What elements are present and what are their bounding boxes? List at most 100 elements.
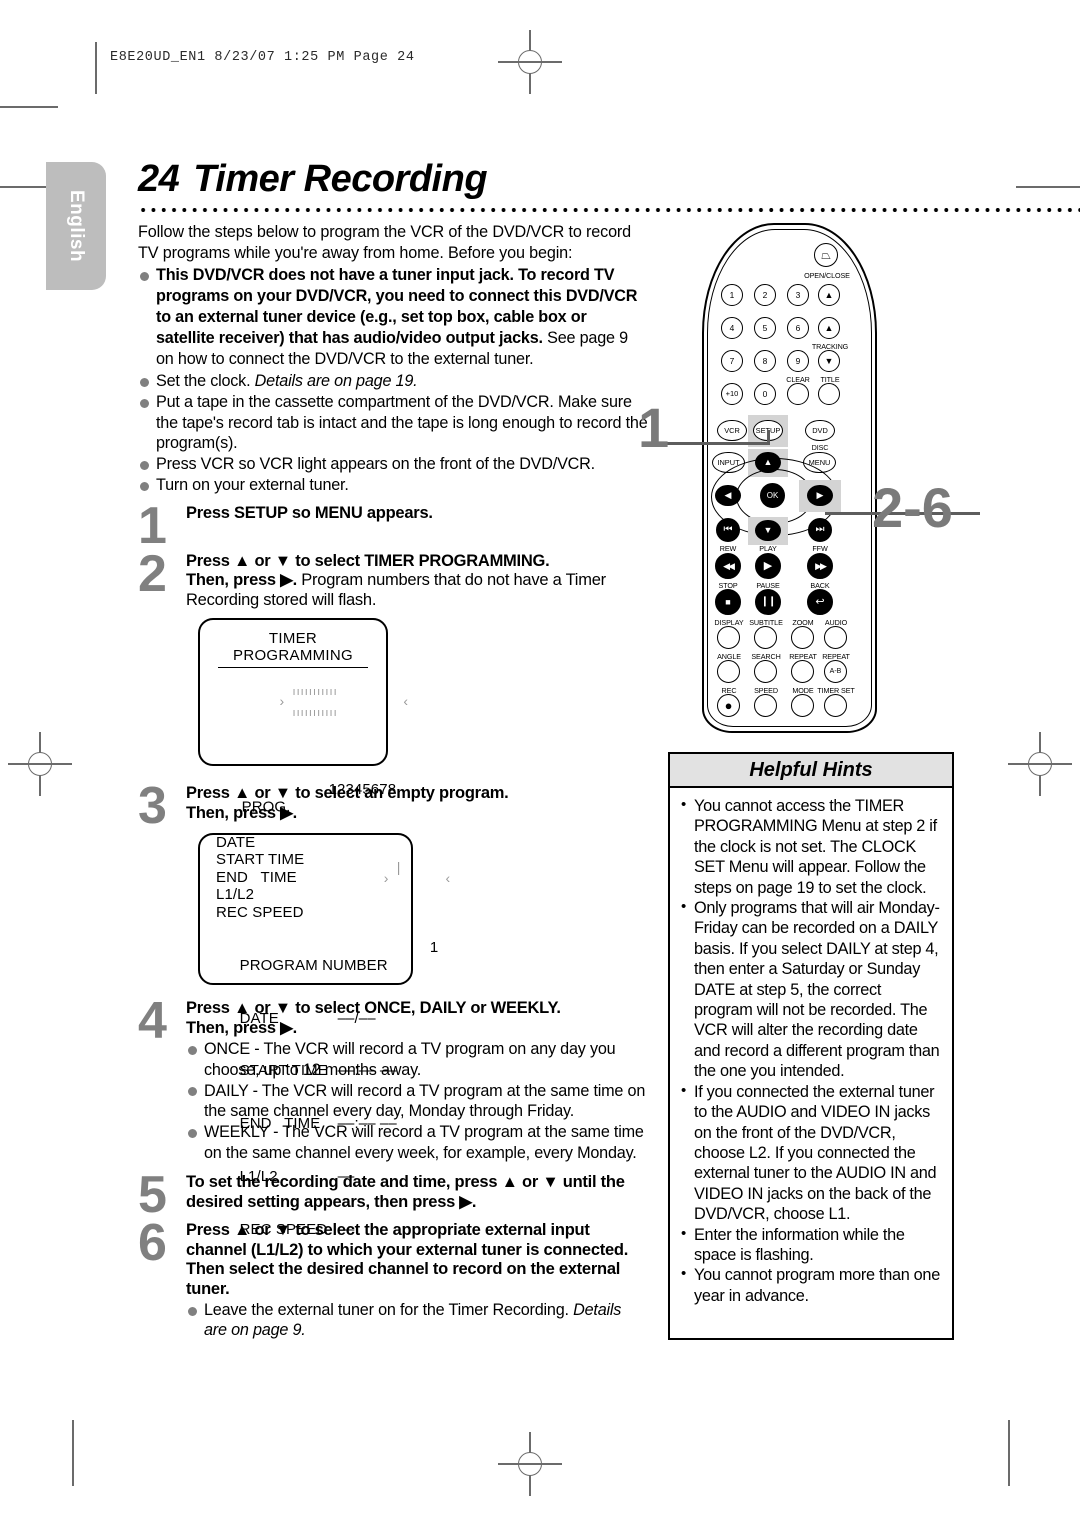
previous-button[interactable]: ⏮ (716, 518, 740, 542)
registration-mark-top (498, 30, 562, 94)
right-button[interactable]: ▶ (807, 485, 833, 506)
repeat-ab-button[interactable]: A-B (824, 660, 847, 683)
flash-mark-right: ‹ (403, 692, 409, 709)
remote-control-illustration: ⏢ OPEN/CLOSE 1 2 3 ▲ 4 5 6 ▲ TRACKING 7 … (638, 215, 1060, 735)
ffw-label: FFW (812, 544, 828, 553)
back-button[interactable]: ↩ (807, 589, 833, 615)
forward-button[interactable]: ▶▶ (807, 553, 833, 579)
next-button[interactable]: ⏭ (808, 518, 832, 542)
dvd-button[interactable]: DVD (805, 420, 835, 441)
step-3-instruction: Press ▲ or ▼ to select an empty program. (186, 784, 509, 803)
osd-pn-flash-wrap: › | ‹ 1 (384, 859, 450, 975)
step-6-bullet-text: Leave the external tuner on for the Time… (204, 1301, 574, 1320)
left-button[interactable]: ◀ (715, 485, 741, 506)
open-close-button[interactable]: ▲ (818, 284, 840, 306)
down-button[interactable]: ▼ (755, 520, 781, 541)
header-rule (95, 42, 97, 94)
list-item: Put a tape in the cassette compartment o… (138, 392, 648, 453)
audio-button[interactable] (824, 626, 847, 649)
rew-label: REW (719, 544, 737, 553)
key-2[interactable]: 2 (754, 284, 776, 306)
step-6-instruction: Press ▲ or ▼ to select the appropriate e… (186, 1221, 629, 1298)
key-3[interactable]: 3 (787, 284, 809, 306)
tracking-up-button[interactable]: ▲ (818, 317, 840, 339)
step-3-instruction-cont: Then, press ▶. (186, 803, 297, 822)
step-6-bullets: Leave the external tuner on for the Time… (186, 1300, 648, 1341)
page-number: 24 (138, 158, 180, 200)
key-4[interactable]: 4 (721, 317, 743, 339)
crop-mark-bottom-right (1008, 1420, 1010, 1486)
crop-mark-bottom-left (72, 1420, 74, 1486)
key-0[interactable]: 0 (754, 383, 776, 405)
osd-timer-programming: TIMER PROGRAMMING PROG. › ı ı ı ı ı ı ı … (198, 618, 408, 921)
language-tab: English (46, 162, 106, 290)
main-content-column: Follow the steps below to program the VC… (138, 222, 648, 1341)
prereq-text: Press VCR so VCR light appears on the fr… (156, 455, 595, 474)
flash-mark-left: › (383, 869, 389, 886)
step-2-number: 2 (138, 544, 167, 603)
zoom-button[interactable] (791, 626, 814, 649)
step-4: 4 Press ▲ or ▼ to select ONCE, DAILY or … (138, 995, 648, 1163)
repeat-button[interactable] (791, 660, 814, 683)
list-item: If you connected the external tuner to t… (678, 1081, 942, 1225)
list-item: Set the clock. Details are on page 19. (138, 371, 648, 391)
prerequisite-list: This DVD/VCR does not have a tuner input… (138, 265, 648, 496)
step-2-instruction-cont: Then, press ▶. Program numbers that do n… (186, 571, 648, 610)
list-item: Turn on your external tuner. (138, 475, 648, 495)
key-1[interactable]: 1 (721, 284, 743, 306)
speed-button[interactable] (754, 694, 777, 717)
search-button[interactable] (754, 660, 777, 683)
open-close-label: OPEN/CLOSE (804, 271, 850, 280)
osd-label: PROGRAM NUMBER (239, 956, 388, 974)
key-6[interactable]: 6 (787, 317, 809, 339)
step-1: 1 Press SETUP so MENU appears. (138, 496, 648, 555)
page-title: 24 Timer Recording (138, 158, 488, 201)
step-1-instruction: Press SETUP so MENU appears. (186, 503, 433, 522)
display-button[interactable] (717, 626, 740, 649)
prereq-text: Set the clock. (156, 372, 255, 390)
key-8[interactable]: 8 (754, 350, 776, 372)
intro-paragraph: Follow the steps below to program the VC… (138, 223, 632, 262)
tracking-down-button[interactable]: ▼ (818, 350, 840, 372)
key-7[interactable]: 7 (721, 350, 743, 372)
list-item: Press VCR so VCR light appears on the fr… (138, 454, 648, 474)
subtitle-button[interactable] (754, 626, 777, 649)
step-5-instruction: To set the recording date and time, pres… (186, 1173, 625, 1211)
title-dotted-rule (138, 205, 1080, 215)
step-5-number: 5 (138, 1166, 167, 1225)
timer-set-button[interactable] (824, 694, 847, 717)
registration-mark-left (8, 732, 72, 796)
pause-button[interactable]: ❙❙ (755, 589, 781, 615)
osd-row-program-number: PROGRAM NUMBER › | ‹ 1 (214, 851, 451, 992)
play-button[interactable]: ▶ (755, 553, 781, 579)
vcr-button[interactable]: VCR (717, 420, 747, 441)
step-1-number: 1 (138, 496, 167, 555)
registration-mark-right (1008, 732, 1072, 796)
prereq-text: Turn on your external tuner. (156, 476, 349, 495)
flash-mark-bottom: ı ı ı ı ı ı ı ı ı ı ı (292, 706, 336, 719)
prereq-italic-text: Details are on page 19. (254, 372, 418, 390)
step-3: 3 Press ▲ or ▼ to select an empty progra… (138, 780, 648, 832)
step-3-number: 3 (138, 777, 167, 836)
list-item: Enter the information while the space is… (678, 1224, 942, 1266)
osd-title: TIMER PROGRAMMING (233, 630, 353, 665)
power-button[interactable]: ⏢ (814, 243, 838, 267)
rewind-button[interactable]: ◀◀ (715, 553, 741, 579)
flash-mark-top: | (396, 858, 401, 875)
key-9[interactable]: 9 (787, 350, 809, 372)
clear-button[interactable] (787, 383, 809, 405)
flash-mark-top: ı ı ı ı ı ı ı ı ı ı ı (292, 685, 336, 698)
stop-button[interactable]: ■ (715, 589, 741, 615)
disc-label: DISC (811, 443, 829, 452)
mode-button[interactable] (791, 694, 814, 717)
key-plus10[interactable]: +10 (721, 383, 743, 405)
prereq-text: Put a tape in the cassette compartment o… (156, 393, 648, 452)
record-button[interactable]: ● (717, 694, 740, 717)
ok-button[interactable]: OK (760, 483, 785, 508)
angle-button[interactable] (717, 660, 740, 683)
title-button[interactable] (818, 383, 840, 405)
key-5[interactable]: 5 (754, 317, 776, 339)
osd-title-underline (218, 667, 368, 669)
crop-mark-top-right (1016, 186, 1080, 188)
registration-mark-bottom (498, 1432, 562, 1496)
